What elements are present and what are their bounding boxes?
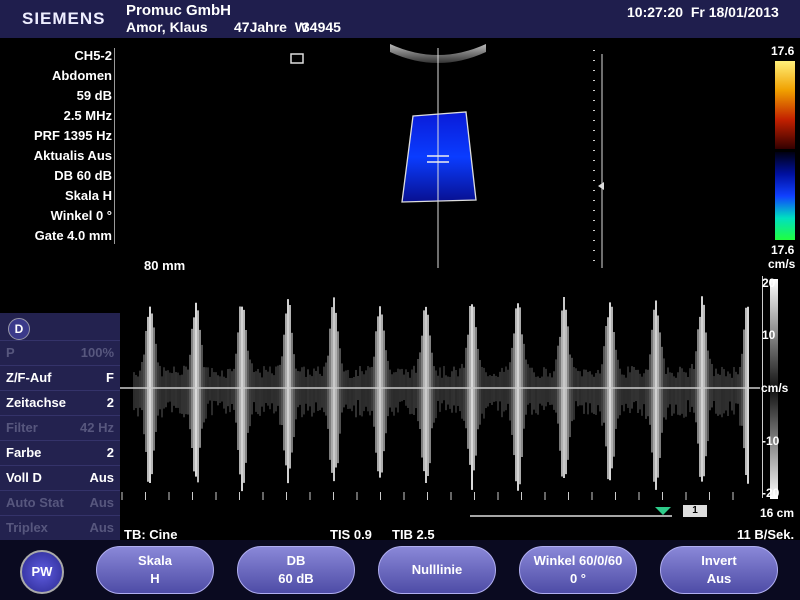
- cine-position-marker-icon[interactable]: [655, 507, 671, 515]
- param-gate: Gate 4.0 mm: [34, 228, 112, 243]
- patient-age: 47Jahre: [234, 19, 287, 35]
- menu-item-p: P 100%: [0, 340, 120, 365]
- db-label: DB: [286, 553, 306, 568]
- menu-item-value: F: [106, 370, 114, 385]
- param-transducer: CH5-2: [74, 48, 112, 63]
- color-flow-region: [402, 112, 476, 202]
- bmode-image: [290, 44, 604, 268]
- orientation-marker-icon: [290, 53, 304, 64]
- menu-item-z-f-auf[interactable]: Z/F-Auf F: [0, 365, 120, 390]
- velocity-tick-20: 20: [762, 276, 776, 290]
- param-gain: 59 dB: [76, 88, 112, 103]
- menu-item-label: Filter: [6, 420, 38, 435]
- skala-label: Skala: [138, 553, 172, 568]
- skala-button[interactable]: Skala H: [96, 546, 214, 594]
- param-winkel: Winkel 0 °: [50, 208, 112, 223]
- focus-marker-icon: [598, 182, 604, 190]
- menu-item-voll-d[interactable]: Voll D Aus: [0, 465, 120, 490]
- param-aktualis: Aktualis Aus: [33, 148, 112, 163]
- depth-label: 80 mm: [144, 258, 186, 273]
- param-prf: PRF 1395 Hz: [33, 128, 112, 143]
- patient-name: Amor, Klaus: [126, 19, 208, 35]
- date-time: 10:27:20 Fr 18/01/2013: [627, 4, 779, 20]
- winkel-value: 0 °: [569, 571, 587, 586]
- param-divider: [114, 48, 115, 244]
- menu-item-auto-stat: Auto Stat Aus: [0, 490, 120, 515]
- color-bar-negative: [775, 152, 795, 240]
- menu-item-value: Aus: [89, 520, 114, 535]
- velocity-unit: cm/s: [761, 381, 789, 395]
- param-preset: Abdomen: [52, 68, 112, 83]
- param-frequency: 2.5 MHz: [63, 108, 112, 123]
- menu-item-label: Triplex: [6, 520, 48, 535]
- color-scale-unit: cm/s: [768, 257, 796, 271]
- menu-item-label: Farbe: [6, 445, 42, 460]
- menu-item-label: Auto Stat: [6, 495, 64, 510]
- depth-readout: 16 cm: [760, 506, 795, 520]
- time-axis-ticks: [121, 492, 734, 500]
- menu-item-value: 2: [106, 445, 114, 460]
- doppler-mode-badge: D: [8, 318, 30, 340]
- menu-item-farbe[interactable]: Farbe 2: [0, 440, 120, 465]
- winkel-label: Winkel 60/0/60: [533, 553, 623, 568]
- winkel-button[interactable]: Winkel 60/0/60 0 °: [519, 546, 637, 594]
- patient-info: 47Jahre W: [234, 19, 308, 35]
- menu-item-label: Voll D: [6, 470, 42, 485]
- velocity-tick-10: 10: [762, 328, 776, 342]
- menu-item-label: P: [6, 345, 15, 360]
- menu-item-label: Z/F-Auf: [6, 370, 52, 385]
- pw-mode-button[interactable]: PW: [20, 550, 64, 594]
- patient-id: 34945: [302, 19, 341, 35]
- date: Fr 18/01/2013: [690, 4, 779, 20]
- menu-item-label: Zeitachse: [6, 395, 66, 410]
- param-skala: Skala H: [65, 188, 112, 203]
- nulllinie-label: Nulllinie: [411, 562, 463, 577]
- menu-item-value: 2: [106, 395, 114, 410]
- invert-value: Aus: [706, 571, 732, 586]
- clinic-name: Promuc GmbH: [126, 2, 232, 19]
- menu-item-triplex: Triplex Aus: [0, 515, 120, 540]
- velocity-tick-minus20: -20: [762, 486, 780, 500]
- menu-item-zeitachse[interactable]: Zeitachse 2: [0, 390, 120, 415]
- imaging-parameters: CH5-2 Abdomen 59 dB 2.5 MHz PRF 1395 Hz …: [0, 46, 112, 246]
- invert-button[interactable]: Invert Aus: [660, 546, 778, 594]
- nulllinie-button[interactable]: Nulllinie: [378, 546, 496, 594]
- db-button[interactable]: DB 60 dB: [237, 546, 355, 594]
- color-scale-top: 17.6: [771, 44, 795, 58]
- menu-item-value: Aus: [89, 495, 114, 510]
- skala-value: H: [150, 571, 160, 586]
- cine-page-badge: 1: [683, 505, 707, 517]
- menu-item-value: 100%: [80, 345, 114, 360]
- color-scale-bottom: 17.6: [771, 243, 795, 257]
- db-value: 60 dB: [278, 571, 314, 586]
- siemens-logo: SIEMENS: [22, 9, 106, 28]
- doppler-spectrum[interactable]: [120, 272, 760, 522]
- menu-item-value: Aus: [89, 470, 114, 485]
- param-db: DB 60 dB: [54, 168, 112, 183]
- velocity-tick-minus10: -10: [762, 434, 780, 448]
- invert-label: Invert: [701, 553, 737, 568]
- menu-item-filter: Filter 42 Hz: [0, 415, 120, 440]
- menu-item-value: 42 Hz: [80, 420, 114, 435]
- spectral-waveform: [133, 296, 749, 492]
- color-bar-positive: [775, 61, 795, 149]
- time: 10:27:20: [627, 4, 684, 20]
